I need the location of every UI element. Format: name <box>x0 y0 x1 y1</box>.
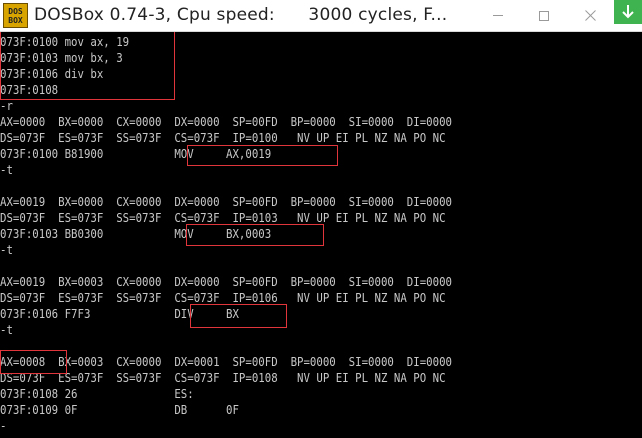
register-line: AX=0019 BX=0000 CX=0000 DX=0000 SP=00FD … <box>0 195 452 209</box>
app-icon-text-bottom: BOX <box>8 15 23 25</box>
maximize-icon <box>539 10 549 21</box>
download-badge[interactable] <box>614 0 642 24</box>
window-title: DOSBox 0.74-3, Cpu speed: 3000 cycles, F… <box>34 5 448 25</box>
dos-console[interactable]: 073F:0100 mov ax, 19 073F:0103 mov bx, 3… <box>0 32 642 438</box>
register-line: DS=073F ES=073F SS=073F CS=073F IP=0100 … <box>0 131 446 145</box>
div-bx-highlight-box <box>190 304 287 328</box>
console-line: -t <box>0 163 13 177</box>
close-icon <box>584 10 596 21</box>
close-button[interactable] <box>567 0 613 31</box>
maximize-button[interactable] <box>521 0 567 31</box>
mov-ax-highlight-box <box>187 145 338 166</box>
ax-result-highlight-box <box>0 350 67 374</box>
register-line: AX=0000 BX=0000 CX=0000 DX=0000 SP=00FD … <box>0 115 452 129</box>
dosbox-app-icon[interactable]: DOS BOX <box>3 3 28 28</box>
instruction-line: 073F:0109 0F DB 0F <box>0 403 239 417</box>
console-line: -t <box>0 243 13 257</box>
minimize-icon <box>493 15 503 16</box>
download-arrow-icon <box>622 5 634 19</box>
minimize-button[interactable] <box>475 0 521 31</box>
app-icon-text-top: DOS <box>8 6 23 16</box>
code-highlight-box <box>0 32 175 100</box>
mov-bx-highlight-box <box>186 224 324 246</box>
register-line: AX=0019 BX=0003 CX=0000 DX=0000 SP=00FD … <box>0 275 452 289</box>
console-line: -r <box>0 99 13 113</box>
prompt-line: - <box>0 419 7 433</box>
console-line: -t <box>0 323 13 337</box>
dosbox-window: DOS BOX DOSBox 0.74-3, Cpu speed: 3000 c… <box>0 0 642 438</box>
title-bar[interactable]: DOS BOX DOSBox 0.74-3, Cpu speed: 3000 c… <box>0 0 642 32</box>
register-line: AX=0008 BX=0003 CX=0000 DX=0001 SP=00FD … <box>0 355 452 369</box>
instruction-line: 073F:0108 26 ES: <box>0 387 194 401</box>
